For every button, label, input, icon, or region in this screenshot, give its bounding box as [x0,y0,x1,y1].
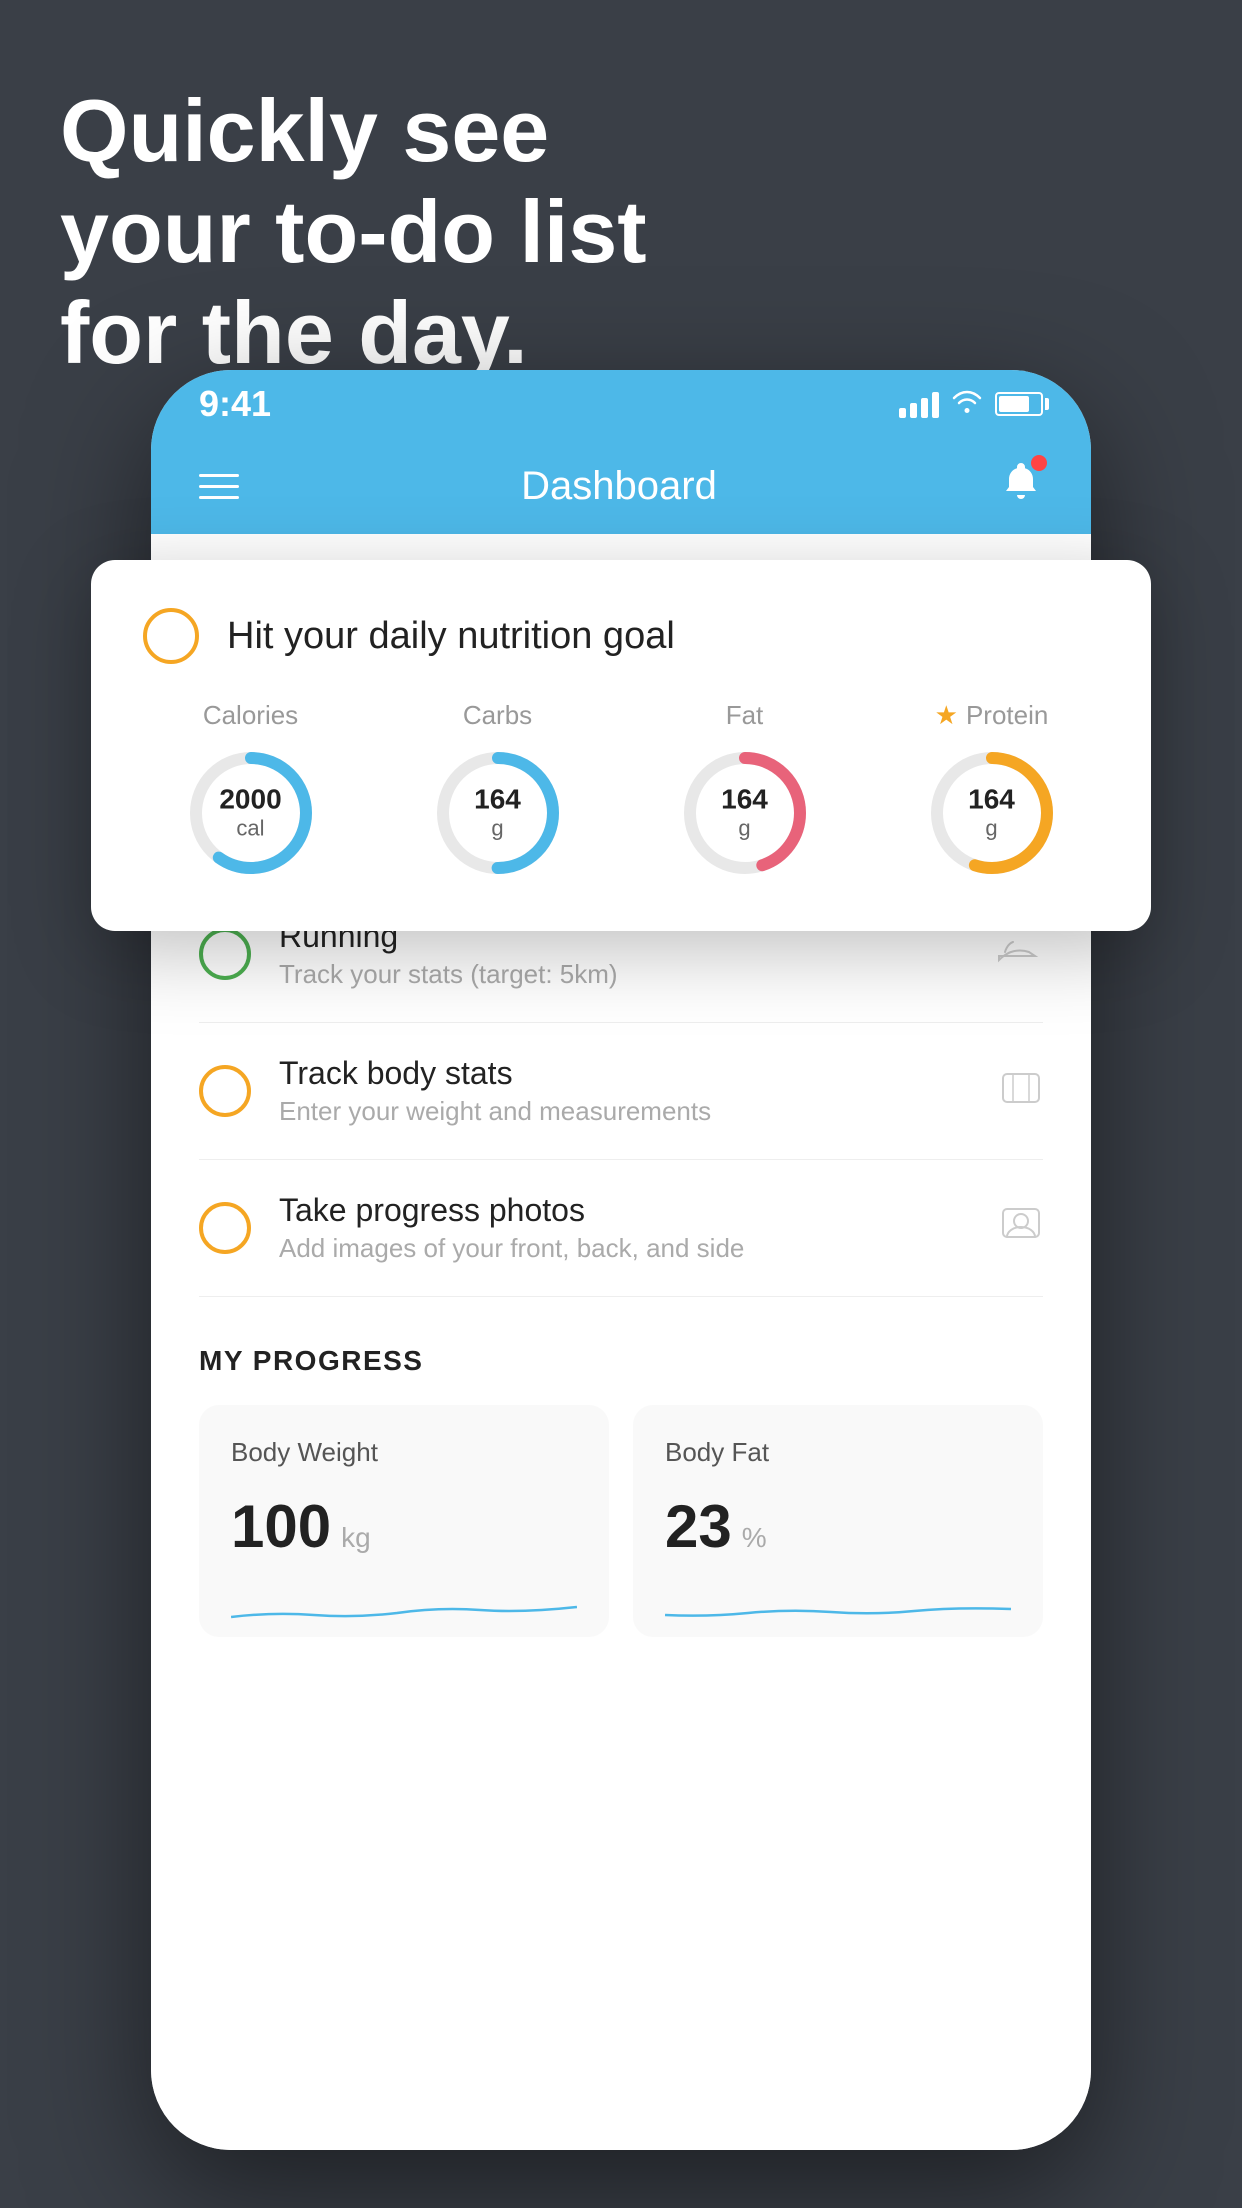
calories-label: Calories [203,700,298,731]
status-bar: 9:41 [151,370,1091,438]
headline: Quickly see your to-do list for the day. [60,80,647,384]
carbs-donut: 164 g [428,743,568,883]
todo-name-body-stats: Track body stats [279,1055,971,1092]
todo-circle-running [199,928,251,980]
progress-card-weight: Body Weight 100 kg [199,1405,609,1637]
header-title: Dashboard [521,464,717,509]
fat-donut: 164 g [675,743,815,883]
stat-calories: Calories 2000 cal [181,700,321,883]
fat-value: 164 [721,785,768,816]
app-header: Dashboard [151,438,1091,534]
progress-card-fat: Body Fat 23 % [633,1405,1043,1637]
headline-line3: for the day. [60,282,647,383]
wifi-icon [951,388,983,421]
fat-sparkline [665,1577,1011,1637]
nutrition-card: Hit your daily nutrition goal Calories 2… [91,560,1151,931]
battery-icon [995,392,1043,416]
fat-unit: g [721,815,768,841]
body-weight-unit: kg [341,1522,371,1554]
todo-sub-photos: Add images of your front, back, and side [279,1233,971,1264]
progress-cards: Body Weight 100 kg Body Fat 23 [199,1405,1043,1637]
status-icons [899,388,1043,421]
person-photo-icon [999,1201,1043,1255]
protein-unit: g [968,815,1015,841]
weight-sparkline [231,1577,577,1637]
star-icon: ★ [935,700,958,731]
todo-name-photos: Take progress photos [279,1192,971,1229]
todo-item-photos[interactable]: Take progress photos Add images of your … [199,1160,1043,1297]
hamburger-menu[interactable] [199,474,239,499]
stat-protein: ★ Protein 164 g [922,700,1062,883]
status-time: 9:41 [199,383,271,425]
calories-unit: cal [219,815,281,841]
todo-sub-body-stats: Enter your weight and measurements [279,1096,971,1127]
protein-value: 164 [968,785,1015,816]
todo-circle-body-stats [199,1065,251,1117]
body-fat-value: 23 [665,1492,732,1561]
fat-label: Fat [726,700,764,731]
protein-label: ★ Protein [935,700,1049,731]
carbs-value: 164 [474,785,521,816]
body-fat-label: Body Fat [665,1437,1011,1468]
scale-icon [999,1064,1043,1118]
body-fat-unit: % [742,1522,767,1554]
progress-title: MY PROGRESS [199,1345,1043,1377]
progress-section: MY PROGRESS Body Weight 100 kg Body F [151,1297,1091,1637]
headline-line2: your to-do list [60,181,647,282]
calories-donut: 2000 cal [181,743,321,883]
todo-sub-running: Track your stats (target: 5km) [279,959,967,990]
stat-carbs: Carbs 164 g [428,700,568,883]
todo-circle-photos [199,1202,251,1254]
notification-dot [1031,455,1047,471]
nutrition-card-title: Hit your daily nutrition goal [227,615,675,658]
headline-line1: Quickly see [60,80,647,181]
body-weight-label: Body Weight [231,1437,577,1468]
carbs-unit: g [474,815,521,841]
nutrition-stats: Calories 2000 cal Carbs [143,700,1099,883]
notification-bell-icon[interactable] [999,459,1043,513]
protein-donut: 164 g [922,743,1062,883]
body-weight-value: 100 [231,1492,331,1561]
nutrition-checkbox[interactable] [143,608,199,664]
calories-value: 2000 [219,785,281,816]
signal-icon [899,390,939,418]
carbs-label: Carbs [463,700,532,731]
todo-item-body-stats[interactable]: Track body stats Enter your weight and m… [199,1023,1043,1160]
shoe-icon [995,930,1043,978]
stat-fat: Fat 164 g [675,700,815,883]
